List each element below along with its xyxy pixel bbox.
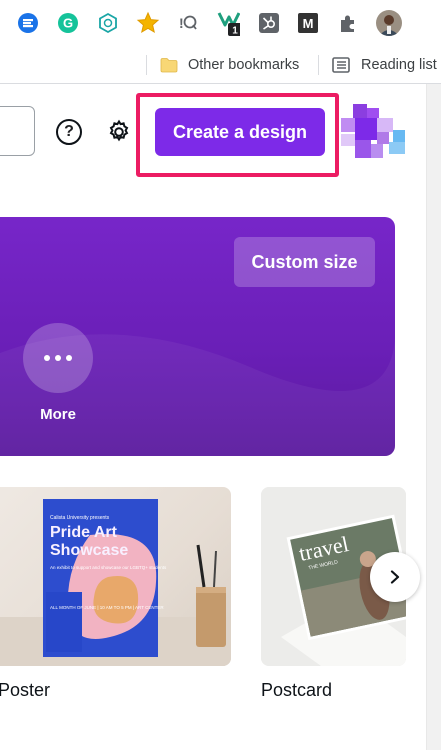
poster-template-card[interactable]: Calista University presents Pride Art Sh… <box>0 487 231 666</box>
ext-hubspot-icon[interactable] <box>257 11 281 35</box>
medium-m-icon[interactable]: M <box>296 11 320 35</box>
user-avatar[interactable] <box>341 104 407 162</box>
more-dot <box>55 355 61 361</box>
settings-gear-icon[interactable] <box>106 119 132 145</box>
postcard-card-label: Postcard <box>261 680 333 700</box>
extension-badge-count: 1 <box>232 26 238 37</box>
poster-title-line-1: Pride Art <box>50 524 118 541</box>
other-bookmarks-label: Other bookmarks <box>188 57 300 73</box>
svg-text:M: M <box>303 16 314 31</box>
grammarly-icon[interactable]: G <box>56 11 80 35</box>
extensions-toolbar: G ! 1 M <box>0 0 441 46</box>
poster-org-text: Calista University presents <box>50 515 110 521</box>
puzzle-icon[interactable] <box>336 11 360 35</box>
carousel-next-button[interactable] <box>370 552 420 602</box>
folder-icon <box>160 58 178 73</box>
ext-hex-icon[interactable] <box>96 11 120 35</box>
reading-list-label: Reading list <box>361 57 437 73</box>
custom-size-button[interactable]: Custom size <box>234 237 375 287</box>
poster-card-label: Poster <box>0 680 51 700</box>
more-dot <box>44 355 50 361</box>
create-a-design-button[interactable]: Create a design <box>155 108 325 156</box>
bookmarks-divider <box>146 55 147 75</box>
page-scrollbar[interactable] <box>426 84 441 750</box>
bookmarks-divider <box>318 55 319 75</box>
ext-w-icon[interactable]: 1 <box>216 11 240 37</box>
ext-blue-e-icon[interactable] <box>16 11 40 35</box>
reading-list-icon <box>332 57 350 73</box>
profile-avatar[interactable] <box>375 9 403 37</box>
poster-thumbnail: Calista University presents Pride Art Sh… <box>0 499 231 666</box>
svg-text:G: G <box>63 16 73 31</box>
poster-description: An exhibit to support and showcase our L… <box>50 565 167 570</box>
search-input[interactable] <box>0 106 35 156</box>
more-button[interactable] <box>23 323 93 393</box>
poster-title-line-2: Showcase <box>50 542 128 559</box>
star-icon[interactable] <box>136 11 160 35</box>
bookmarks-bar: Other bookmarks Reading list <box>0 46 441 84</box>
other-bookmarks-folder[interactable]: Other bookmarks <box>160 54 299 76</box>
help-button[interactable]: ? <box>56 119 82 145</box>
reading-list-button[interactable]: Reading list <box>332 54 437 76</box>
more-dot <box>66 355 72 361</box>
svg-text:!: ! <box>179 15 184 31</box>
poster-date: ALL MONTH OF JUNE | 10 AM TO 5 PM | ART … <box>50 605 164 610</box>
help-icon: ? <box>64 123 74 140</box>
more-label: More <box>40 406 76 423</box>
ext-q-icon[interactable]: ! <box>176 11 200 35</box>
chevron-right-icon <box>390 570 400 584</box>
